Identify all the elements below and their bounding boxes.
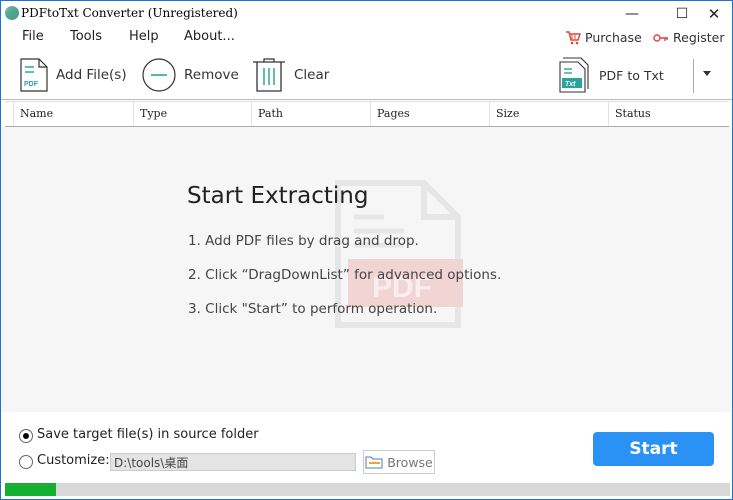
menu-help[interactable]: Help bbox=[129, 29, 159, 44]
instructions-heading: Start Extracting bbox=[187, 183, 369, 209]
column-name[interactable]: Name bbox=[13, 102, 133, 126]
remove-button[interactable]: Remove bbox=[142, 53, 239, 97]
column-path[interactable]: Path bbox=[251, 102, 370, 126]
output-options-panel: Save target file(s) in source folder Cus… bbox=[2, 412, 731, 498]
file-table-header: Name Type Path Pages Size Status bbox=[5, 101, 729, 127]
maximize-button[interactable]: ☐ bbox=[667, 4, 697, 24]
minimize-button[interactable]: — bbox=[617, 4, 647, 24]
app-window: PDFtoTxt Converter (Unregistered) — ☐ ✕ … bbox=[0, 0, 733, 500]
purchase-link[interactable]: Purchase bbox=[565, 30, 642, 45]
remove-icon bbox=[142, 58, 176, 92]
browse-label: Browse bbox=[387, 454, 433, 470]
output-format-label: PDF to Txt bbox=[599, 67, 664, 83]
column-pages[interactable]: Pages bbox=[370, 102, 489, 126]
folder-icon bbox=[365, 456, 383, 469]
custom-path-input[interactable]: D:\tools\桌面 bbox=[110, 453, 356, 471]
register-link[interactable]: Register bbox=[653, 30, 724, 45]
output-format-button[interactable]: Txt PDF to Txt bbox=[559, 53, 664, 97]
add-files-button[interactable]: PDF Add File(s) bbox=[20, 53, 127, 97]
menu-tools[interactable]: Tools bbox=[70, 29, 102, 44]
customize-radio[interactable] bbox=[19, 455, 33, 469]
start-button[interactable]: Start bbox=[593, 432, 714, 466]
menu-bar: File Tools Help About... Purchase Regist… bbox=[1, 29, 732, 49]
progress-bar bbox=[5, 483, 730, 496]
register-label: Register bbox=[673, 30, 725, 45]
add-pdf-icon: PDF bbox=[20, 58, 48, 92]
clear-button[interactable]: Clear bbox=[252, 53, 329, 97]
menu-file[interactable]: File bbox=[22, 29, 44, 44]
clear-label: Clear bbox=[294, 67, 330, 83]
toolbar: PDF Add File(s) Remove Clear Txt PDF to … bbox=[1, 53, 732, 100]
close-button[interactable]: ✕ bbox=[699, 4, 729, 24]
column-status[interactable]: Status bbox=[608, 102, 729, 126]
instruction-step: 2. Click “DragDownList” for advanced opt… bbox=[188, 267, 502, 283]
save-source-label[interactable]: Save target file(s) in source folder bbox=[37, 427, 259, 442]
key-icon bbox=[653, 33, 668, 42]
save-source-radio[interactable] bbox=[19, 429, 33, 443]
app-logo-icon bbox=[5, 6, 19, 20]
file-drop-area[interactable]: PDF Start Extracting 1. Add PDF files by… bbox=[2, 127, 731, 412]
instruction-step: 1. Add PDF files by drag and drop. bbox=[188, 233, 419, 249]
format-dropdown-arrow-icon[interactable] bbox=[703, 71, 711, 76]
remove-label: Remove bbox=[184, 67, 239, 83]
column-size[interactable]: Size bbox=[489, 102, 608, 126]
trash-icon bbox=[253, 58, 285, 92]
cart-icon bbox=[566, 30, 581, 44]
toolbar-divider bbox=[693, 59, 694, 93]
purchase-label: Purchase bbox=[585, 30, 642, 45]
title-bar: PDFtoTxt Converter (Unregistered) — ☐ ✕ bbox=[1, 1, 732, 27]
column-type[interactable]: Type bbox=[133, 102, 251, 126]
progress-bar-fill bbox=[5, 483, 56, 496]
browse-button[interactable]: Browse bbox=[363, 450, 435, 474]
add-files-label: Add File(s) bbox=[56, 67, 127, 83]
txt-file-icon: Txt bbox=[559, 57, 589, 93]
txt-icon-text: Txt bbox=[565, 81, 576, 88]
window-title: PDFtoTxt Converter (Unregistered) bbox=[21, 6, 238, 20]
instruction-step: 3. Click "Start” to perform operation. bbox=[188, 301, 438, 317]
menu-about[interactable]: About... bbox=[184, 29, 235, 44]
add-pdf-icon-text: PDF bbox=[24, 81, 39, 88]
customize-label[interactable]: Customize: bbox=[37, 453, 110, 468]
